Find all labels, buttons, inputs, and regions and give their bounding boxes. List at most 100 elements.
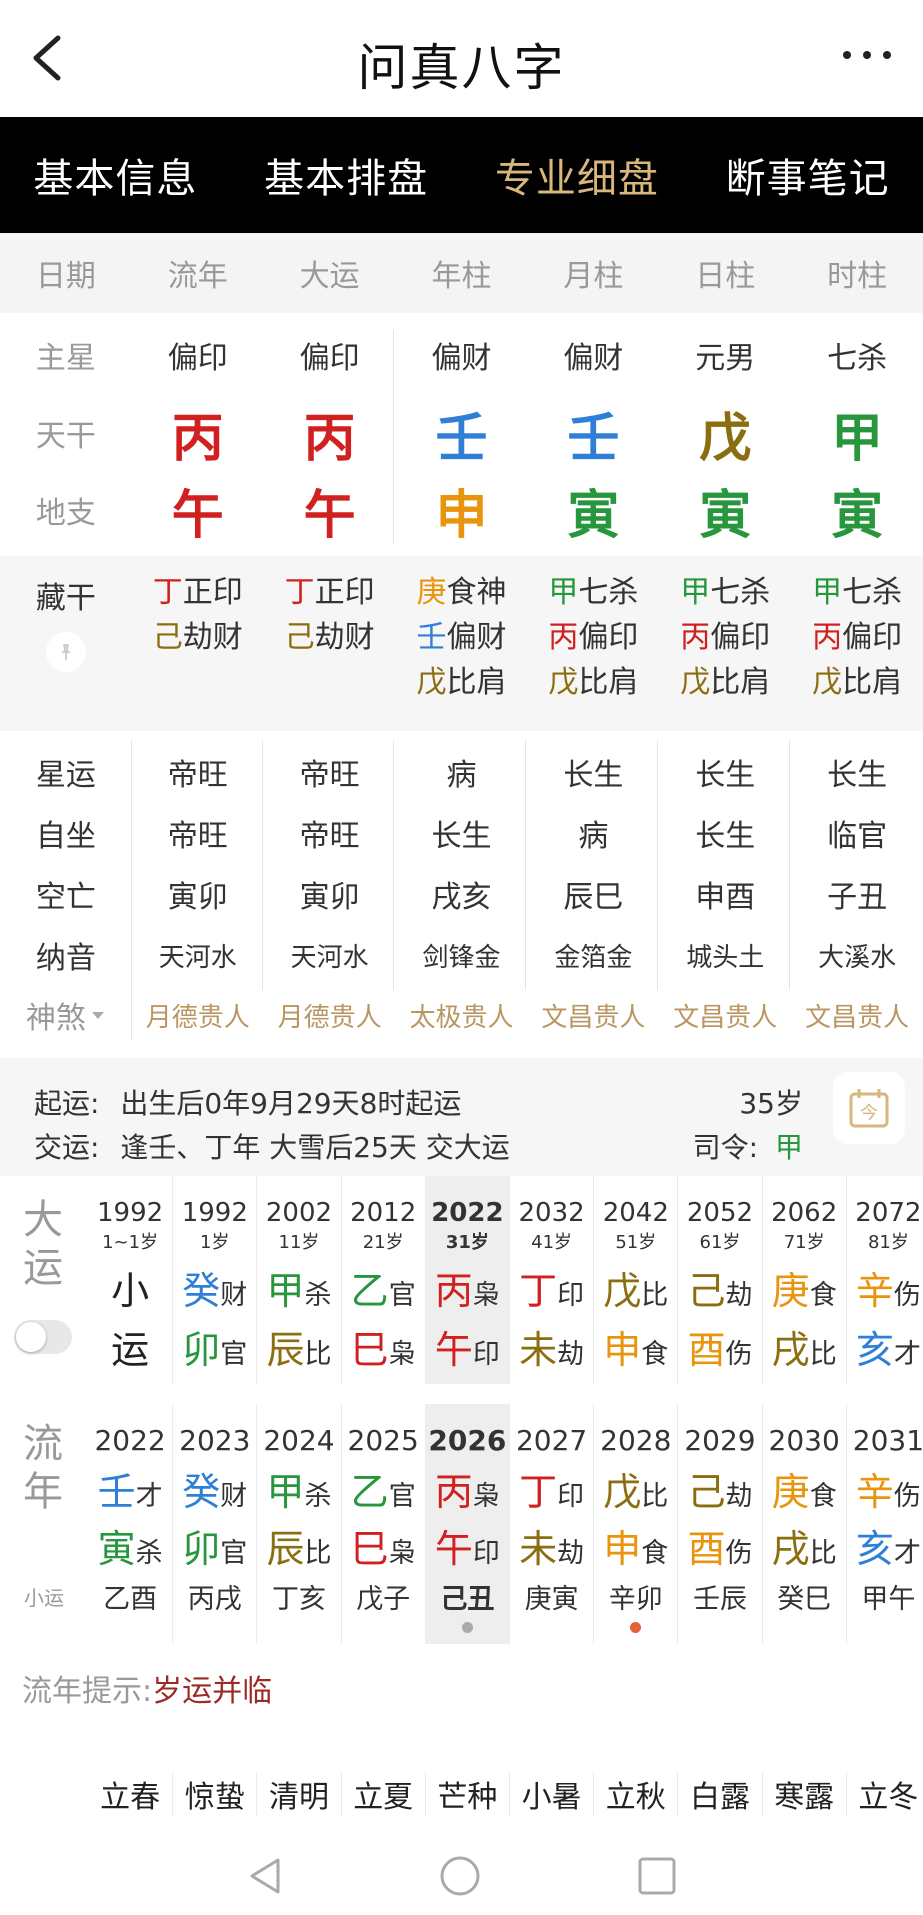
liunian-branch-god: 杀 bbox=[135, 1538, 163, 1569]
tab-pro-chart[interactable]: 专业细盘 bbox=[462, 117, 693, 233]
liunian-branch: 戌 bbox=[771, 1527, 810, 1571]
liunian-branch-god: 官 bbox=[220, 1538, 248, 1569]
liunian-item[interactable]: 2026 丙枭 午印 己丑 bbox=[424, 1404, 509, 1644]
solar-term-item[interactable]: 芒种 bbox=[424, 1772, 509, 1816]
dayun-item[interactable]: 1992 1岁 癸财 卯官 bbox=[172, 1176, 256, 1384]
liunian-stem-line: 己劫 bbox=[678, 1461, 761, 1516]
calendar-today-icon[interactable]: 今 bbox=[833, 1072, 905, 1144]
shensha-cell[interactable]: 文昌贵人 bbox=[791, 985, 923, 1045]
hidden-stem: 丁 bbox=[152, 575, 183, 610]
nayin-cell: 金箔金 bbox=[554, 942, 633, 973]
dayun-stem-god: 杀 bbox=[304, 1280, 332, 1311]
dayun-year: 1992 bbox=[97, 1198, 164, 1228]
more-dots-icon[interactable] bbox=[843, 40, 891, 70]
solar-term-item[interactable]: 小暑 bbox=[509, 1772, 593, 1816]
liunian-branch: 卯 bbox=[182, 1527, 221, 1571]
tab-basic-chart[interactable]: 基本排盘 bbox=[231, 117, 462, 233]
shensha-cell[interactable]: 文昌贵人 bbox=[527, 985, 659, 1045]
solar-term-item[interactable]: 寒露 bbox=[761, 1772, 846, 1816]
liunian-hint: 流年提示:岁运并临 bbox=[22, 1666, 272, 1710]
liunian-stem-line: 辛伤 bbox=[847, 1461, 923, 1516]
solar-term-item[interactable]: 立冬 bbox=[845, 1772, 923, 1816]
liunian-branch-god: 枭 bbox=[388, 1538, 416, 1569]
dayun-item[interactable]: 2032 41岁 丁印 未劫 bbox=[509, 1176, 593, 1384]
dayun-item[interactable]: 2042 51岁 戊比 申食 bbox=[593, 1176, 677, 1384]
liunian-stem-god: 比 bbox=[641, 1481, 669, 1512]
hidden-stem-god: 比肩 bbox=[446, 665, 507, 700]
dayun-branch-line: 运 bbox=[88, 1319, 172, 1374]
self-seat-cell: 帝旺 bbox=[299, 819, 360, 854]
liunian-item[interactable]: 2027 丁印 未劫 庚寅 bbox=[509, 1404, 593, 1644]
liunian-item[interactable]: 2025 乙官 巳枭 戊子 bbox=[340, 1404, 425, 1644]
row-label: 藏干 bbox=[35, 581, 96, 616]
solar-term-item[interactable]: 立秋 bbox=[593, 1772, 677, 1816]
dayun-item[interactable]: 2052 61岁 己劫 酉伤 bbox=[677, 1176, 761, 1384]
dayun-branch-god: 比 bbox=[304, 1339, 332, 1370]
liunian-xiaoyun: 庚寅 bbox=[524, 1584, 579, 1615]
liunian-item[interactable]: 2031 辛伤 亥才 甲午 bbox=[845, 1404, 923, 1644]
shensha-cell[interactable]: 太极贵人 bbox=[396, 985, 528, 1045]
pin-icon[interactable] bbox=[46, 632, 86, 672]
hidden-stem-god: 比肩 bbox=[578, 665, 639, 700]
triangle-back-icon[interactable] bbox=[244, 1854, 288, 1898]
dayun-item[interactable]: 2002 11岁 甲杀 辰比 bbox=[256, 1176, 340, 1384]
dayun-stem-line: 辛伤 bbox=[847, 1260, 923, 1315]
dayun-item[interactable]: 1992 1~1岁小运 bbox=[88, 1176, 172, 1384]
liunian-stem-god: 印 bbox=[557, 1481, 585, 1512]
liunian-branch-line: 辰比 bbox=[257, 1518, 340, 1573]
solar-term-item[interactable]: 立春 bbox=[88, 1772, 172, 1816]
dayun-item[interactable]: 2062 71岁 庚食 戌比 bbox=[761, 1176, 846, 1384]
dayun-stem: 癸 bbox=[182, 1269, 221, 1313]
shensha-cell[interactable]: 文昌贵人 bbox=[659, 985, 791, 1045]
liunian-item[interactable]: 2024 甲杀 辰比 丁亥 bbox=[256, 1404, 340, 1644]
liunian-branch: 寅 bbox=[97, 1527, 136, 1571]
nayin-cell: 天河水 bbox=[290, 942, 369, 973]
heaven-stem-cell: 丙 bbox=[303, 408, 356, 469]
shensha-cell[interactable]: 月德贵人 bbox=[132, 985, 264, 1045]
solar-term-item[interactable]: 立夏 bbox=[340, 1772, 425, 1816]
dayun-stem-line: 丙枭 bbox=[426, 1260, 509, 1315]
dayun-branch: 戌 bbox=[771, 1328, 810, 1372]
dayun-branch: 午 bbox=[434, 1328, 473, 1372]
square-recent-icon[interactable] bbox=[635, 1854, 679, 1898]
solar-term-item[interactable]: 清明 bbox=[256, 1772, 340, 1816]
liunian-item[interactable]: 2028 戊比 申食 辛卯 bbox=[593, 1404, 677, 1644]
earth-branch-cell: 午 bbox=[171, 485, 224, 546]
hint-label: 流年提示: bbox=[22, 1674, 153, 1709]
liunian-stem-line: 丁印 bbox=[510, 1461, 593, 1516]
liunian-item[interactable]: 2023 癸财 卯官 丙戌 bbox=[172, 1404, 256, 1644]
circle-home-icon[interactable] bbox=[438, 1854, 482, 1898]
column-header-row: 日期 流年 大运 年柱 月柱 日柱 时柱 bbox=[0, 233, 923, 313]
dayun-item[interactable]: 2022 31岁 丙枭 午印 bbox=[424, 1176, 509, 1384]
liunian-branch-line: 午印 bbox=[426, 1518, 509, 1573]
liunian-item[interactable]: 2029 己劫 酉伤 壬辰 bbox=[677, 1404, 761, 1644]
dayun-branch-god: 比 bbox=[809, 1339, 837, 1370]
liunian-stem: 壬 bbox=[97, 1470, 136, 1514]
solar-term-item[interactable]: 惊蛰 bbox=[172, 1772, 256, 1816]
shensha-toggle[interactable]: 神煞 bbox=[0, 985, 132, 1045]
star-luck-cell: 帝旺 bbox=[299, 758, 360, 793]
star-luck-row: 星运 帝旺 帝旺 病 长生 长生 长生 bbox=[0, 742, 923, 802]
liunian-branch-line: 未劫 bbox=[510, 1518, 593, 1573]
dayun-branch: 巳 bbox=[350, 1328, 389, 1372]
hidden-stem-god: 正印 bbox=[182, 575, 243, 610]
liunian-item[interactable]: 2022 壬才 寅杀 乙酉 bbox=[88, 1404, 172, 1644]
dayun-branch: 卯 bbox=[182, 1328, 221, 1372]
solar-term-item[interactable]: 白露 bbox=[677, 1772, 761, 1816]
liunian-item[interactable]: 2030 庚食 戌比 癸巳 bbox=[761, 1404, 846, 1644]
tab-notes[interactable]: 断事笔记 bbox=[692, 117, 923, 233]
dayun-stem: 甲 bbox=[266, 1269, 305, 1313]
dayun-age: 61岁 bbox=[699, 1232, 741, 1253]
liunian-branch-god: 比 bbox=[304, 1538, 332, 1569]
shensha-cell[interactable]: 月德贵人 bbox=[264, 985, 396, 1045]
col-header-dayun: 大运 bbox=[299, 259, 360, 294]
self-seat-cell: 长生 bbox=[431, 819, 492, 854]
dayun-item[interactable]: 2072 81岁 辛伤 亥才 bbox=[845, 1176, 923, 1384]
dayun-branch-line: 申食 bbox=[594, 1319, 677, 1374]
dayun-item[interactable]: 2012 21岁 乙官 巳枭 bbox=[340, 1176, 425, 1384]
hint-value[interactable]: 岁运并临 bbox=[152, 1674, 272, 1709]
tab-basic-info[interactable]: 基本信息 bbox=[0, 117, 231, 233]
xiaoyun-toggle[interactable] bbox=[14, 1320, 72, 1354]
hidden-stem-god: 偏印 bbox=[578, 620, 639, 655]
col-header-day-pillar: 日柱 bbox=[695, 259, 756, 294]
